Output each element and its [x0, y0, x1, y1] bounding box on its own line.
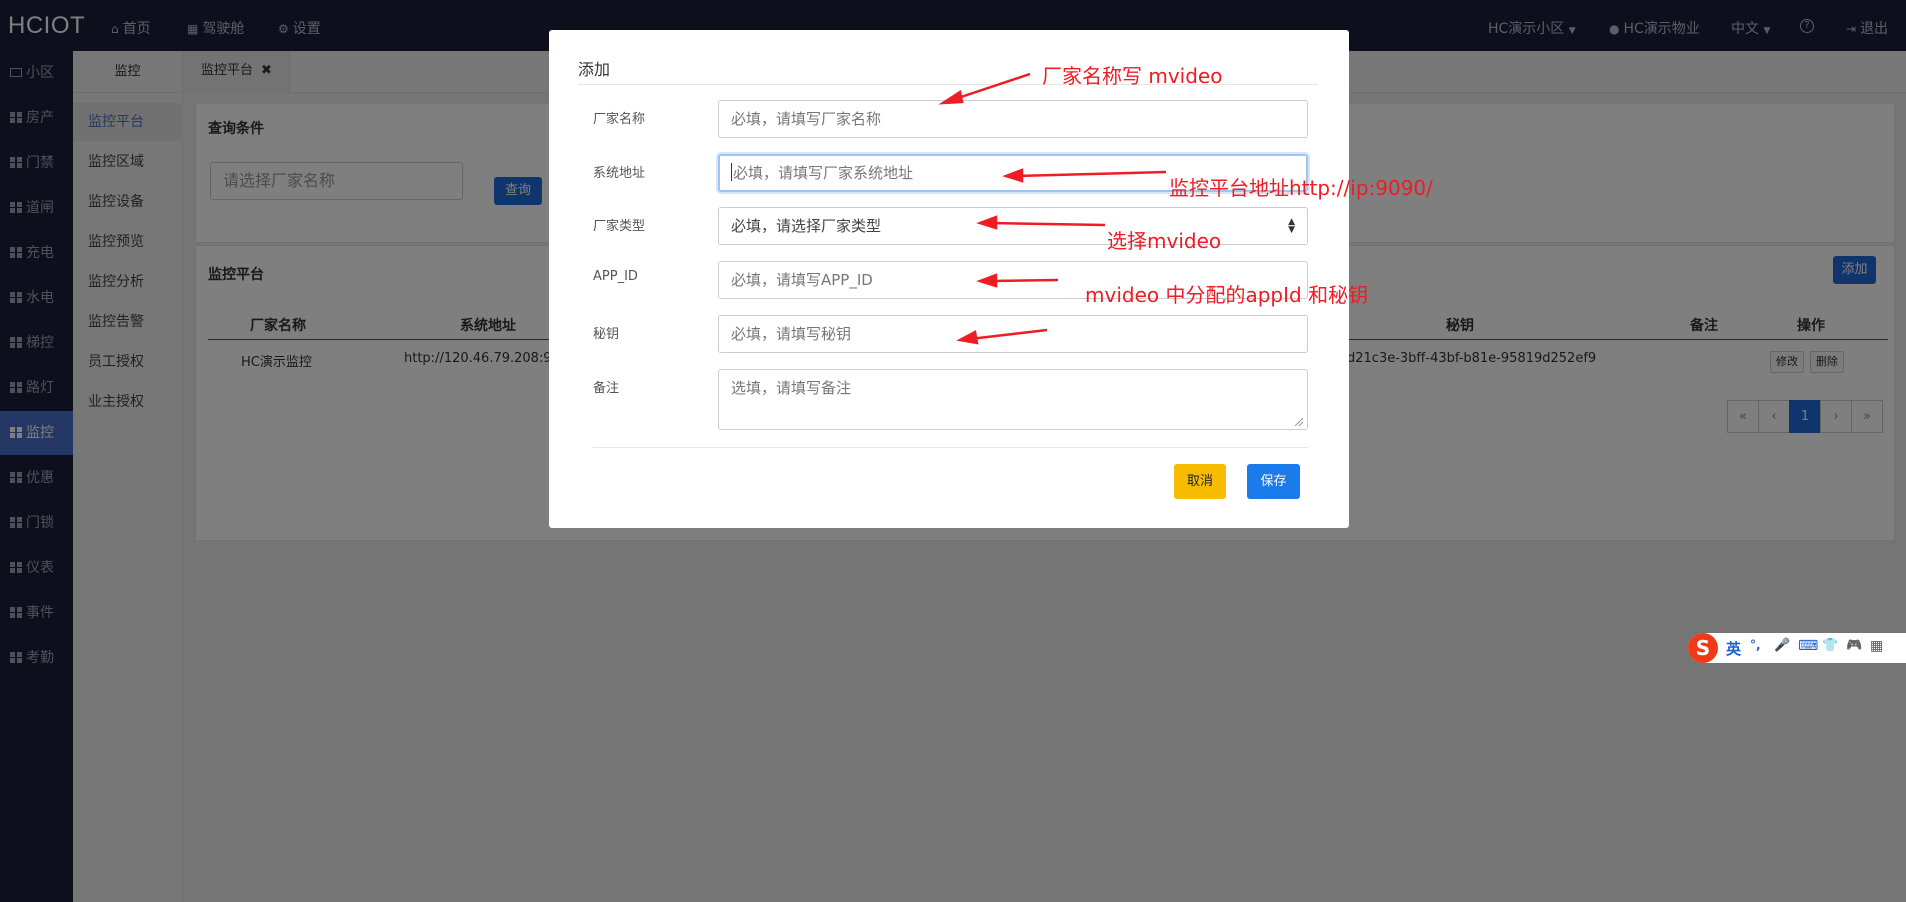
dialog-title: 添加 [578, 60, 611, 79]
toolbox-icon[interactable]: ▦ [1870, 638, 1883, 654]
secret-input[interactable]: 必填，请填写秘钥 [718, 315, 1308, 353]
game-icon[interactable]: 🎮 [1846, 638, 1862, 653]
microphone-icon[interactable]: 🎤 [1774, 638, 1790, 653]
annotation-vendor-type: 选择mvideo [1107, 229, 1222, 253]
field-label-vendor-name: 厂家名称 [593, 112, 646, 127]
cancel-button[interactable]: 取消 [1174, 464, 1226, 499]
save-button[interactable]: 保存 [1247, 464, 1300, 499]
annotation-vendor-name: 厂家名称写 mvideo [1042, 64, 1223, 88]
punctuation-icon[interactable]: °, [1750, 638, 1761, 652]
field-label-system-address: 系统地址 [593, 166, 646, 181]
annotation-app-id-secret: mvideo 中分配的appId 和秘钥 [1085, 283, 1369, 307]
vendor-name-input[interactable]: 必填，请填写厂家名称 [718, 100, 1308, 138]
annotation-system-address: 监控平台地址http://ip:9090/ [1169, 176, 1433, 200]
field-label-secret: 秘钥 [593, 327, 620, 342]
skin-icon[interactable]: 👕 [1822, 638, 1838, 653]
ime-language-toggle[interactable]: 英 [1726, 638, 1741, 659]
resize-handle-icon[interactable] [1295, 418, 1303, 426]
ime-toolbar: S 英 °, 🎤 ⌨ 👕 🎮 ▦ [1688, 633, 1906, 663]
field-label-vendor-type: 厂家类型 [593, 219, 646, 234]
divider [593, 447, 1308, 448]
text-cursor [731, 163, 732, 181]
sogou-logo-icon[interactable]: S [1688, 633, 1718, 663]
remark-textarea[interactable]: 选填，请填写备注 [718, 369, 1308, 430]
field-label-remark: 备注 [593, 381, 620, 396]
select-caret-icon: ▲ ▼ [1288, 217, 1295, 235]
field-label-app-id: APP_ID [593, 269, 638, 284]
keyboard-icon[interactable]: ⌨ [1798, 638, 1818, 654]
